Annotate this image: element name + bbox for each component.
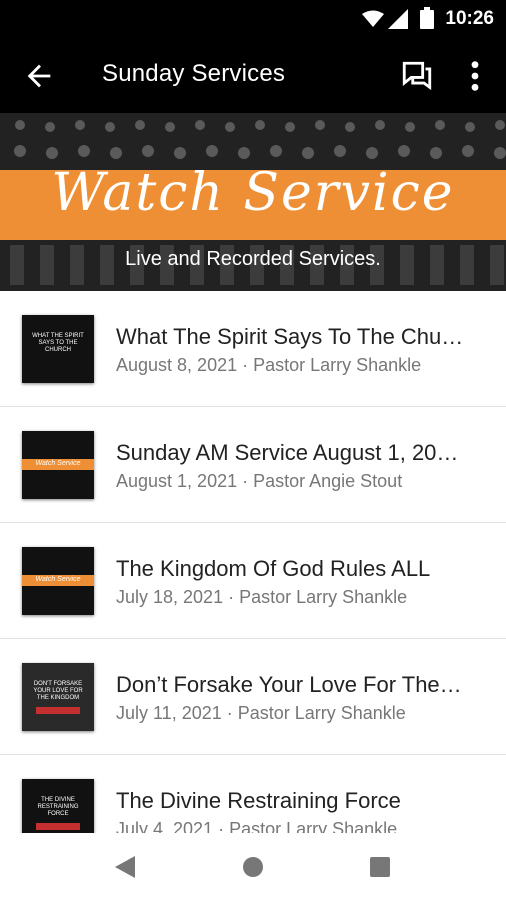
thumbnail-red-bar: [36, 823, 80, 830]
wifi-icon: [362, 10, 384, 27]
sermon-title: The Kingdom Of God Rules ALL: [116, 556, 431, 581]
list-item[interactable]: Watch Service Sunday AM Service August 1…: [0, 407, 506, 523]
nav-recents-icon[interactable]: [370, 857, 390, 877]
sermon-meta: August 1, 2021 · Pastor Angie Stout: [116, 471, 403, 491]
nav-home-icon[interactable]: [242, 856, 264, 878]
nav-back-icon[interactable]: [114, 855, 136, 879]
app-bar: Sunday Services: [0, 37, 506, 113]
banner-subtitle: Live and Recorded Services.: [125, 248, 381, 270]
sermon-thumbnail: Watch Service: [22, 547, 94, 615]
battery-icon: [420, 7, 434, 29]
watch-service-banner[interactable]: Watch Service Live and Recorded Services…: [0, 113, 506, 291]
list-item[interactable]: WHAT THE SPIRIT SAYS TO THE CHURCH What …: [0, 291, 506, 407]
sermon-title: Don’t Forsake Your Love For The…: [116, 672, 462, 697]
sermon-thumbnail: Watch Service: [22, 431, 94, 499]
sermon-meta: July 18, 2021 · Pastor Larry Shankle: [116, 587, 408, 607]
chat-icon[interactable]: [400, 59, 434, 93]
page-title: Sunday Services: [102, 60, 286, 87]
status-time: 10:26: [445, 8, 494, 29]
thumbnail-text: Watch Service: [35, 460, 81, 467]
thumbnail-red-bar: [36, 707, 80, 714]
thumbnail-text: Watch Service: [35, 576, 81, 583]
sermon-meta: August 8, 2021 · Pastor Larry Shankle: [116, 355, 422, 375]
back-arrow-icon[interactable]: [22, 59, 56, 93]
signal-icon: [388, 9, 408, 29]
sermon-title: Sunday AM Service August 1, 20…: [116, 440, 459, 465]
sermon-thumbnail: DON'T FORSAKE YOUR LOVE FOR THE KINGDOM: [22, 663, 94, 731]
more-vert-icon[interactable]: [464, 59, 486, 93]
list-item[interactable]: Watch Service The Kingdom Of God Rules A…: [0, 523, 506, 639]
status-bar: 10:26: [0, 0, 506, 37]
sermon-meta: July 11, 2021 · Pastor Larry Shankle: [116, 703, 406, 723]
sermon-title: What The Spirit Says To The Chu…: [116, 324, 464, 349]
sermon-list: WHAT THE SPIRIT SAYS TO THE CHURCH What …: [0, 291, 506, 871]
sermon-thumbnail: WHAT THE SPIRIT SAYS TO THE CHURCH: [22, 315, 94, 383]
sermon-title: The Divine Restraining Force: [116, 788, 401, 813]
thumbnail-text: THE DIVINE RESTRAINING FORCE: [37, 797, 79, 817]
system-nav-bar: [0, 833, 506, 900]
thumbnail-text: WHAT THE SPIRIT SAYS TO THE CHURCH: [32, 333, 84, 353]
list-item[interactable]: DON'T FORSAKE YOUR LOVE FOR THE KINGDOM …: [0, 639, 506, 755]
thumbnail-text: DON'T FORSAKE YOUR LOVE FOR THE KINGDOM: [33, 681, 83, 701]
banner-script-title: Watch Service: [51, 163, 455, 223]
